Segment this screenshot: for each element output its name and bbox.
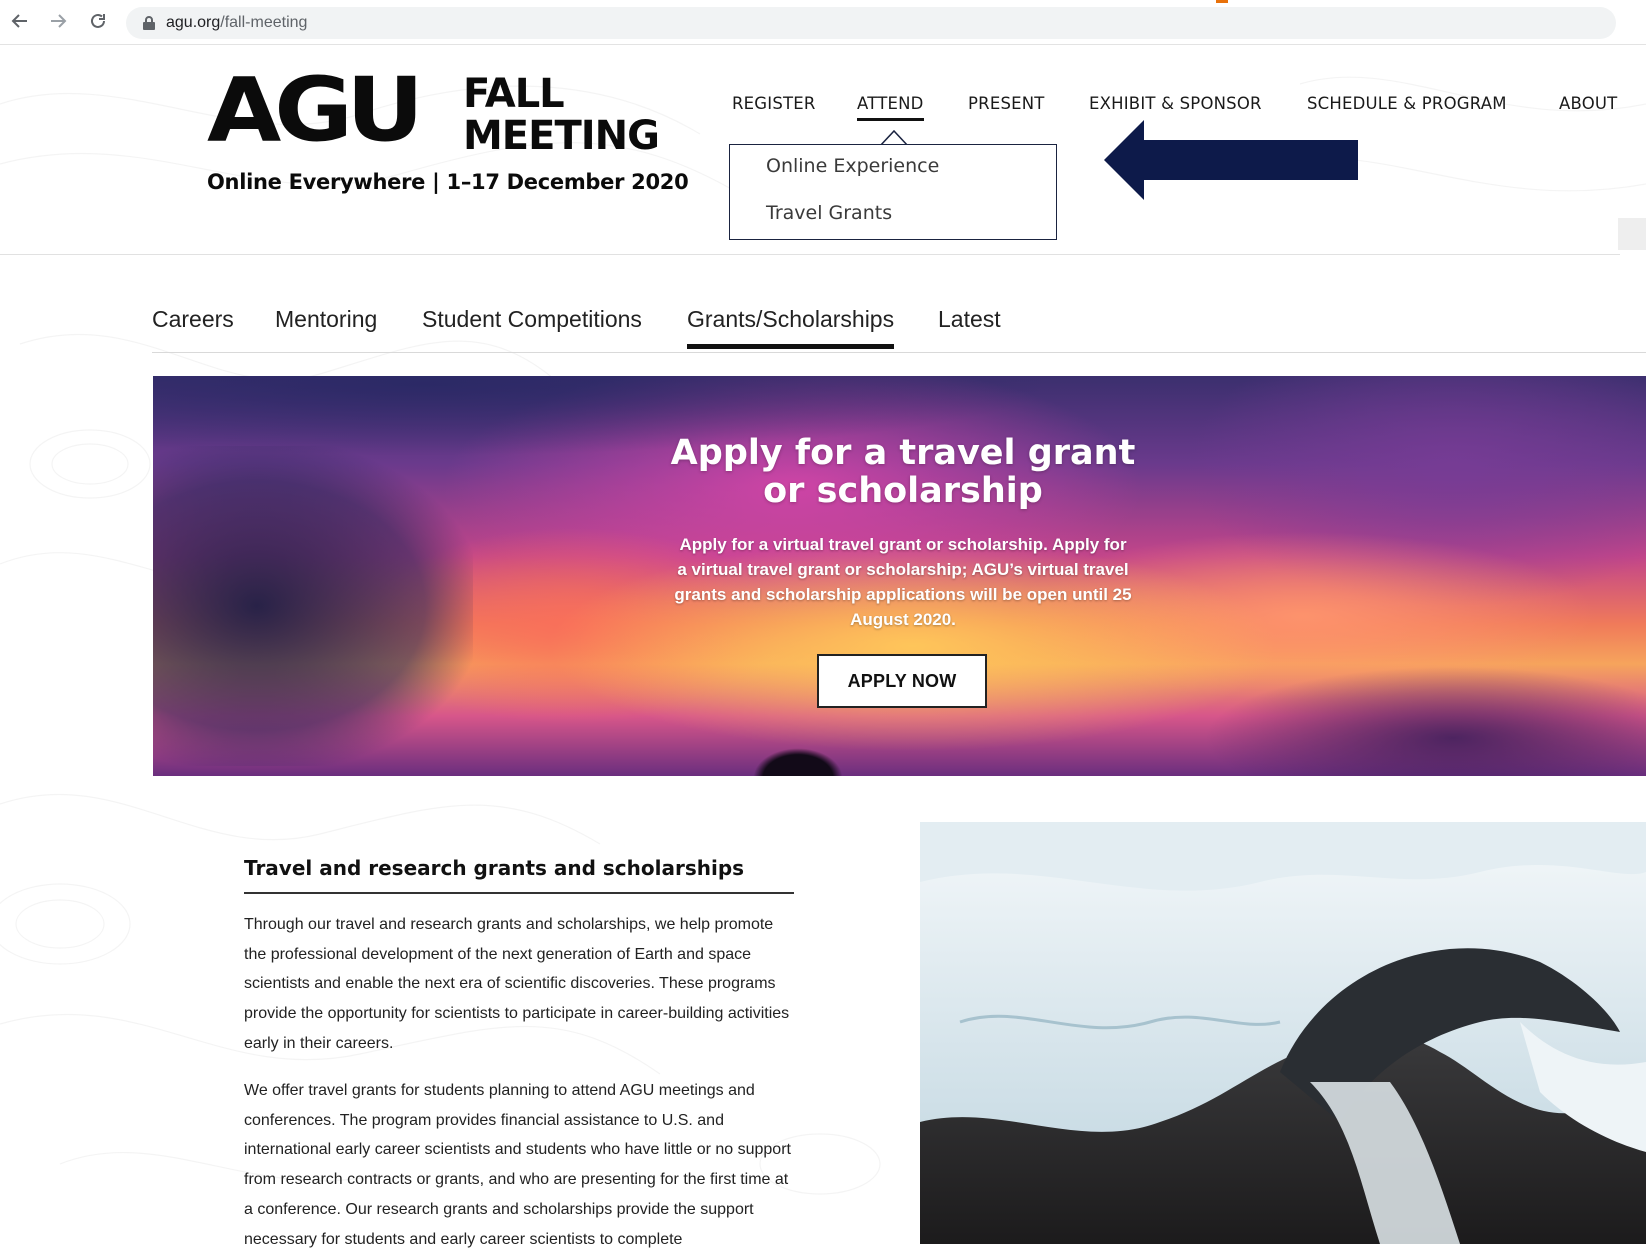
logo-fall-text: FALL (463, 71, 565, 117)
hero-cloud-left (153, 446, 473, 766)
tab-careers[interactable]: Careers (152, 306, 234, 333)
tab-student-competitions[interactable]: Student Competitions (422, 306, 642, 333)
hero-description: Apply for a virtual travel grant or scho… (674, 535, 1132, 629)
glacier-illustration (920, 822, 1646, 1244)
section-heading: Travel and research grants and scholarsh… (244, 856, 745, 880)
attend-dropdown-menu: Online Experience Travel Grants (729, 144, 1057, 240)
arrow-right-icon (51, 14, 67, 28)
forward-button[interactable] (46, 9, 70, 33)
agu-fall-meeting-logo[interactable]: AGU FALL MEETING Online Everywhere | 1–1… (207, 58, 689, 200)
nav-about[interactable]: ABOUT (1559, 94, 1619, 113)
nav-exhibit-sponsor[interactable]: EXHIBIT & SPONSOR (1089, 94, 1262, 113)
travel-grants-paragraph: We offer travel grants for students plan… (244, 1082, 791, 1248)
browser-toolbar: agu.org/fall-meeting (0, 0, 1646, 45)
intro-paragraph: Through our travel and research grants a… (244, 916, 790, 1052)
back-button[interactable] (8, 9, 32, 33)
tab-grants-scholarships[interactable]: Grants/Scholarships (687, 306, 895, 349)
nav-register[interactable]: REGISTER (732, 94, 816, 113)
annotation-arrow-icon (1104, 120, 1358, 200)
lock-icon (143, 16, 155, 30)
address-bar[interactable]: agu.org/fall-meeting (126, 7, 1616, 39)
url-path: /fall-meeting (220, 14, 308, 31)
arrow-left-icon (11, 14, 27, 28)
dropdown-item-online-experience[interactable]: Online Experience (766, 155, 939, 177)
tab-latest[interactable]: Latest (938, 306, 1001, 333)
tabs-divider (152, 352, 1646, 353)
tab-mentoring[interactable]: Mentoring (275, 306, 377, 333)
dropdown-caret-icon (880, 129, 908, 147)
section-heading-rule (244, 892, 794, 894)
nav-schedule-program[interactable]: SCHEDULE & PROGRAM (1307, 94, 1507, 113)
reload-button[interactable] (86, 9, 110, 33)
nav-attend[interactable]: ATTEND (857, 94, 924, 121)
nav-present[interactable]: PRESENT (968, 94, 1045, 113)
section-tabs: Careers Mentoring Student Competitions G… (0, 306, 1646, 356)
reload-icon (91, 13, 105, 28)
hero-cloud-right (1203, 666, 1646, 776)
extension-indicator (1216, 0, 1228, 3)
logo-agu-wordmark: AGU (207, 58, 424, 162)
glacier-photo (920, 822, 1646, 1244)
header-divider (0, 254, 1620, 255)
apply-now-button[interactable]: APPLY NOW (817, 654, 987, 708)
logo-meeting-text: MEETING (463, 113, 660, 159)
hero-title: Apply for a travel grant or scholarship (670, 433, 1136, 511)
hero-banner: Apply for a travel grant or scholarship … (153, 376, 1646, 776)
logo-tagline: Online Everywhere | 1–17 December 2020 (207, 170, 689, 194)
url-text[interactable]: agu.org/fall-meeting (166, 14, 307, 32)
dropdown-item-travel-grants[interactable]: Travel Grants (766, 202, 892, 224)
url-host: agu.org (166, 14, 221, 31)
hero-tree-silhouette (753, 748, 843, 776)
scrollbar-fragment (1618, 218, 1646, 250)
